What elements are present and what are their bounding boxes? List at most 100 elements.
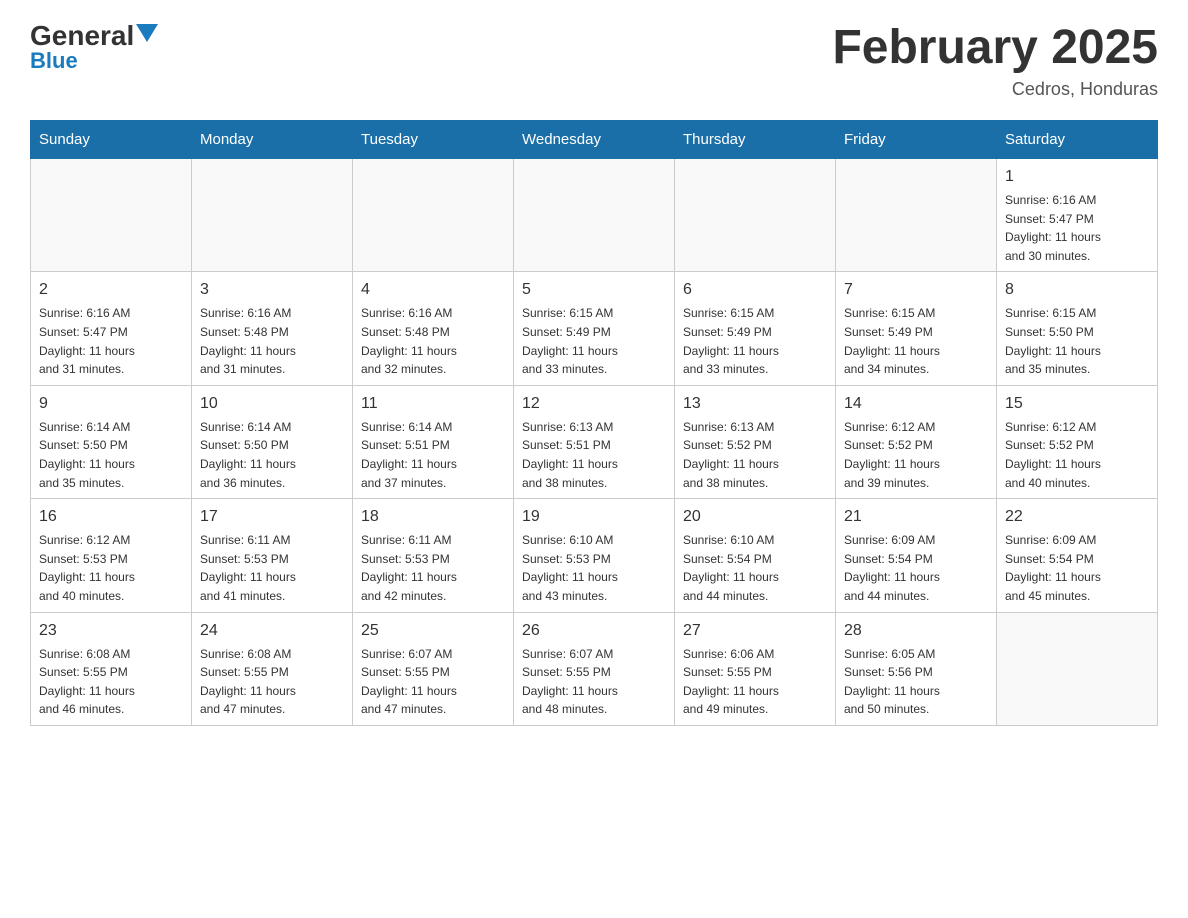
day-number: 22 (1005, 505, 1149, 529)
page-header: General Blue February 2025 Cedros, Hondu… (30, 20, 1158, 100)
calendar-day-cell: 17Sunrise: 6:11 AM Sunset: 5:53 PM Dayli… (192, 499, 353, 612)
day-number: 15 (1005, 392, 1149, 416)
day-of-week-header: Sunday (31, 121, 192, 159)
day-of-week-header: Saturday (997, 121, 1158, 159)
calendar-day-cell: 16Sunrise: 6:12 AM Sunset: 5:53 PM Dayli… (31, 499, 192, 612)
day-info: Sunrise: 6:16 AM Sunset: 5:47 PM Dayligh… (1005, 191, 1149, 265)
day-number: 19 (522, 505, 666, 529)
calendar-day-cell: 22Sunrise: 6:09 AM Sunset: 5:54 PM Dayli… (997, 499, 1158, 612)
day-info: Sunrise: 6:14 AM Sunset: 5:50 PM Dayligh… (39, 418, 183, 492)
day-number: 4 (361, 278, 505, 302)
day-info: Sunrise: 6:12 AM Sunset: 5:53 PM Dayligh… (39, 531, 183, 605)
day-info: Sunrise: 6:09 AM Sunset: 5:54 PM Dayligh… (1005, 531, 1149, 605)
title-area: February 2025 Cedros, Honduras (832, 20, 1158, 100)
day-info: Sunrise: 6:13 AM Sunset: 5:52 PM Dayligh… (683, 418, 827, 492)
calendar-week-row: 1Sunrise: 6:16 AM Sunset: 5:47 PM Daylig… (31, 159, 1158, 272)
day-number: 20 (683, 505, 827, 529)
day-info: Sunrise: 6:15 AM Sunset: 5:49 PM Dayligh… (522, 304, 666, 378)
day-number: 6 (683, 278, 827, 302)
calendar-header-row: SundayMondayTuesdayWednesdayThursdayFrid… (31, 121, 1158, 159)
calendar-day-cell: 5Sunrise: 6:15 AM Sunset: 5:49 PM Daylig… (514, 272, 675, 385)
calendar-day-cell (836, 159, 997, 272)
day-number: 10 (200, 392, 344, 416)
day-number: 1 (1005, 165, 1149, 189)
calendar-day-cell: 9Sunrise: 6:14 AM Sunset: 5:50 PM Daylig… (31, 385, 192, 498)
calendar-day-cell: 15Sunrise: 6:12 AM Sunset: 5:52 PM Dayli… (997, 385, 1158, 498)
calendar-day-cell: 12Sunrise: 6:13 AM Sunset: 5:51 PM Dayli… (514, 385, 675, 498)
calendar-day-cell (997, 612, 1158, 725)
calendar-day-cell: 28Sunrise: 6:05 AM Sunset: 5:56 PM Dayli… (836, 612, 997, 725)
day-number: 27 (683, 619, 827, 643)
day-number: 11 (361, 392, 505, 416)
calendar-day-cell: 27Sunrise: 6:06 AM Sunset: 5:55 PM Dayli… (675, 612, 836, 725)
day-of-week-header: Thursday (675, 121, 836, 159)
day-number: 8 (1005, 278, 1149, 302)
day-info: Sunrise: 6:15 AM Sunset: 5:49 PM Dayligh… (683, 304, 827, 378)
day-info: Sunrise: 6:15 AM Sunset: 5:50 PM Dayligh… (1005, 304, 1149, 378)
day-number: 25 (361, 619, 505, 643)
calendar-day-cell: 1Sunrise: 6:16 AM Sunset: 5:47 PM Daylig… (997, 159, 1158, 272)
day-info: Sunrise: 6:08 AM Sunset: 5:55 PM Dayligh… (200, 645, 344, 719)
day-info: Sunrise: 6:07 AM Sunset: 5:55 PM Dayligh… (522, 645, 666, 719)
calendar-week-row: 2Sunrise: 6:16 AM Sunset: 5:47 PM Daylig… (31, 272, 1158, 385)
day-info: Sunrise: 6:08 AM Sunset: 5:55 PM Dayligh… (39, 645, 183, 719)
day-of-week-header: Tuesday (353, 121, 514, 159)
day-number: 28 (844, 619, 988, 643)
calendar-day-cell: 13Sunrise: 6:13 AM Sunset: 5:52 PM Dayli… (675, 385, 836, 498)
day-number: 26 (522, 619, 666, 643)
day-info: Sunrise: 6:14 AM Sunset: 5:50 PM Dayligh… (200, 418, 344, 492)
day-info: Sunrise: 6:12 AM Sunset: 5:52 PM Dayligh… (844, 418, 988, 492)
calendar-week-row: 23Sunrise: 6:08 AM Sunset: 5:55 PM Dayli… (31, 612, 1158, 725)
calendar-day-cell: 19Sunrise: 6:10 AM Sunset: 5:53 PM Dayli… (514, 499, 675, 612)
calendar-day-cell: 26Sunrise: 6:07 AM Sunset: 5:55 PM Dayli… (514, 612, 675, 725)
day-of-week-header: Monday (192, 121, 353, 159)
calendar-day-cell: 7Sunrise: 6:15 AM Sunset: 5:49 PM Daylig… (836, 272, 997, 385)
location-subtitle: Cedros, Honduras (832, 79, 1158, 100)
day-number: 14 (844, 392, 988, 416)
logo: General Blue (30, 20, 158, 74)
calendar-week-row: 16Sunrise: 6:12 AM Sunset: 5:53 PM Dayli… (31, 499, 1158, 612)
calendar-day-cell: 24Sunrise: 6:08 AM Sunset: 5:55 PM Dayli… (192, 612, 353, 725)
day-info: Sunrise: 6:11 AM Sunset: 5:53 PM Dayligh… (200, 531, 344, 605)
day-number: 16 (39, 505, 183, 529)
calendar-day-cell: 4Sunrise: 6:16 AM Sunset: 5:48 PM Daylig… (353, 272, 514, 385)
logo-blue-text: Blue (30, 48, 78, 74)
calendar-day-cell: 10Sunrise: 6:14 AM Sunset: 5:50 PM Dayli… (192, 385, 353, 498)
calendar-day-cell: 11Sunrise: 6:14 AM Sunset: 5:51 PM Dayli… (353, 385, 514, 498)
day-info: Sunrise: 6:10 AM Sunset: 5:53 PM Dayligh… (522, 531, 666, 605)
day-info: Sunrise: 6:16 AM Sunset: 5:48 PM Dayligh… (361, 304, 505, 378)
day-info: Sunrise: 6:10 AM Sunset: 5:54 PM Dayligh… (683, 531, 827, 605)
day-number: 9 (39, 392, 183, 416)
day-number: 13 (683, 392, 827, 416)
calendar-day-cell (192, 159, 353, 272)
calendar-day-cell: 18Sunrise: 6:11 AM Sunset: 5:53 PM Dayli… (353, 499, 514, 612)
calendar-day-cell (31, 159, 192, 272)
day-info: Sunrise: 6:16 AM Sunset: 5:48 PM Dayligh… (200, 304, 344, 378)
day-number: 5 (522, 278, 666, 302)
day-of-week-header: Wednesday (514, 121, 675, 159)
day-info: Sunrise: 6:15 AM Sunset: 5:49 PM Dayligh… (844, 304, 988, 378)
calendar-day-cell: 21Sunrise: 6:09 AM Sunset: 5:54 PM Dayli… (836, 499, 997, 612)
calendar-day-cell: 6Sunrise: 6:15 AM Sunset: 5:49 PM Daylig… (675, 272, 836, 385)
calendar-day-cell (353, 159, 514, 272)
day-number: 2 (39, 278, 183, 302)
calendar-day-cell: 2Sunrise: 6:16 AM Sunset: 5:47 PM Daylig… (31, 272, 192, 385)
calendar-day-cell: 25Sunrise: 6:07 AM Sunset: 5:55 PM Dayli… (353, 612, 514, 725)
day-info: Sunrise: 6:14 AM Sunset: 5:51 PM Dayligh… (361, 418, 505, 492)
day-info: Sunrise: 6:11 AM Sunset: 5:53 PM Dayligh… (361, 531, 505, 605)
calendar-day-cell: 23Sunrise: 6:08 AM Sunset: 5:55 PM Dayli… (31, 612, 192, 725)
day-info: Sunrise: 6:05 AM Sunset: 5:56 PM Dayligh… (844, 645, 988, 719)
calendar-week-row: 9Sunrise: 6:14 AM Sunset: 5:50 PM Daylig… (31, 385, 1158, 498)
day-number: 7 (844, 278, 988, 302)
calendar-day-cell: 8Sunrise: 6:15 AM Sunset: 5:50 PM Daylig… (997, 272, 1158, 385)
day-number: 23 (39, 619, 183, 643)
day-info: Sunrise: 6:07 AM Sunset: 5:55 PM Dayligh… (361, 645, 505, 719)
day-number: 17 (200, 505, 344, 529)
day-info: Sunrise: 6:13 AM Sunset: 5:51 PM Dayligh… (522, 418, 666, 492)
day-number: 3 (200, 278, 344, 302)
day-info: Sunrise: 6:09 AM Sunset: 5:54 PM Dayligh… (844, 531, 988, 605)
calendar-day-cell: 14Sunrise: 6:12 AM Sunset: 5:52 PM Dayli… (836, 385, 997, 498)
day-number: 21 (844, 505, 988, 529)
day-number: 24 (200, 619, 344, 643)
day-number: 18 (361, 505, 505, 529)
